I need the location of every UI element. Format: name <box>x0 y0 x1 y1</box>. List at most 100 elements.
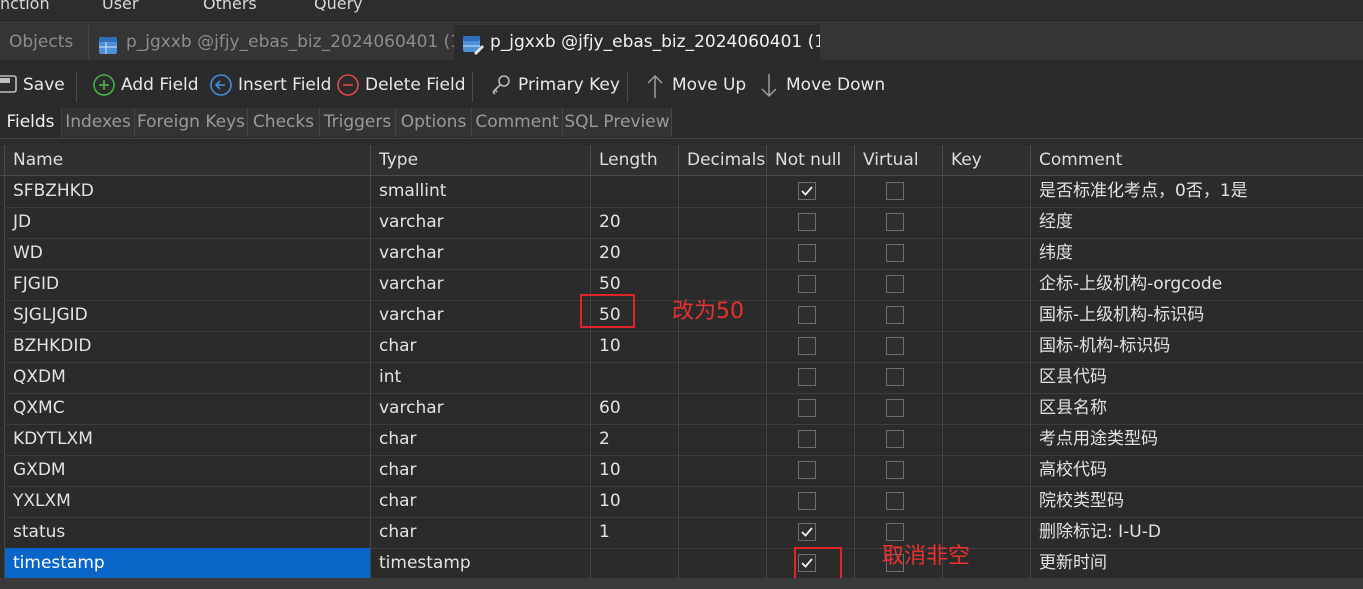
cell-name[interactable]: status <box>4 517 370 548</box>
cell-type[interactable]: char <box>370 517 590 548</box>
cell-name[interactable]: SJGLJGID <box>4 300 370 331</box>
cell-type[interactable]: int <box>370 362 590 393</box>
cell-comment[interactable]: 删除标记: I-U-D <box>1030 517 1363 548</box>
cell-not-null[interactable] <box>766 393 854 424</box>
virtual-checkbox[interactable] <box>886 213 904 231</box>
cell-not-null[interactable] <box>766 455 854 486</box>
cell-length[interactable]: 1 <box>590 517 678 548</box>
not-null-checkbox[interactable] <box>798 182 816 200</box>
cell-length[interactable] <box>590 548 678 579</box>
column-header-key[interactable]: Key <box>942 145 1030 175</box>
column-header-comment[interactable]: Comment <box>1030 145 1363 175</box>
cell-name[interactable]: timestamp <box>4 548 370 579</box>
cell-not-null[interactable] <box>766 362 854 393</box>
cell-virtual[interactable] <box>854 300 942 331</box>
cell-length[interactable]: 60 <box>590 393 678 424</box>
move-up-button[interactable]: Move Up <box>646 72 751 98</box>
virtual-checkbox[interactable] <box>886 399 904 417</box>
column-header-type[interactable]: Type <box>370 145 590 175</box>
table-row[interactable]: status char 1 删除标记: I-U-D <box>0 517 1363 549</box>
cell-comment[interactable]: 经度 <box>1030 207 1363 238</box>
cell-comment[interactable]: 院校类型码 <box>1030 486 1363 517</box>
tab-sql-preview[interactable]: SQL Preview <box>563 108 672 137</box>
cell-not-null[interactable] <box>766 207 854 238</box>
save-button[interactable]: Save <box>0 72 70 98</box>
cell-decimals[interactable] <box>678 362 766 393</box>
cell-type[interactable]: char <box>370 424 590 455</box>
cell-decimals[interactable] <box>678 207 766 238</box>
cell-virtual[interactable] <box>854 207 942 238</box>
cell-decimals[interactable] <box>678 424 766 455</box>
virtual-checkbox[interactable] <box>886 492 904 510</box>
table-row[interactable]: GXDM char 10 高校代码 <box>0 455 1363 487</box>
cell-key[interactable] <box>942 176 1030 207</box>
cell-virtual[interactable] <box>854 331 942 362</box>
not-null-checkbox[interactable] <box>798 399 816 417</box>
cell-type[interactable]: varchar <box>370 207 590 238</box>
cell-length[interactable] <box>590 362 678 393</box>
menu-others[interactable]: Others <box>203 0 257 13</box>
cell-name[interactable]: BZHKDID <box>4 331 370 362</box>
move-down-button[interactable]: Move Down <box>760 72 890 98</box>
cell-type[interactable]: smallint <box>370 176 590 207</box>
cell-comment[interactable]: 是否标准化考点，0否，1是 <box>1030 176 1363 207</box>
cell-decimals[interactable] <box>678 238 766 269</box>
cell-type[interactable]: varchar <box>370 269 590 300</box>
cell-key[interactable] <box>942 393 1030 424</box>
cell-comment[interactable]: 高校代码 <box>1030 455 1363 486</box>
menu-user[interactable]: User <box>102 0 138 13</box>
cell-key[interactable] <box>942 300 1030 331</box>
table-row[interactable]: YXLXM char 10 院校类型码 <box>0 486 1363 518</box>
not-null-checkbox[interactable] <box>798 523 816 541</box>
not-null-checkbox[interactable] <box>798 306 816 324</box>
table-row[interactable]: BZHKDID char 10 国标-机构-标识码 <box>0 331 1363 363</box>
cell-length[interactable]: 10 <box>590 331 678 362</box>
virtual-checkbox[interactable] <box>886 461 904 479</box>
virtual-checkbox[interactable] <box>886 337 904 355</box>
cell-name[interactable]: WD <box>4 238 370 269</box>
column-header-decimals[interactable]: Decimals <box>678 145 766 175</box>
column-header-name[interactable]: Name <box>4 145 370 175</box>
cell-virtual[interactable] <box>854 362 942 393</box>
cell-decimals[interactable] <box>678 548 766 579</box>
cell-length[interactable]: 10 <box>590 455 678 486</box>
tab-options[interactable]: Options <box>396 108 472 137</box>
not-null-checkbox[interactable] <box>798 368 816 386</box>
tab-foreign-keys[interactable]: Foreign Keys <box>135 108 248 137</box>
cell-key[interactable] <box>942 362 1030 393</box>
cell-type[interactable]: char <box>370 331 590 362</box>
cell-decimals[interactable] <box>678 176 766 207</box>
virtual-checkbox[interactable] <box>886 244 904 262</box>
cell-name[interactable]: QXDM <box>4 362 370 393</box>
column-header-length[interactable]: Length <box>590 145 678 175</box>
cell-decimals[interactable] <box>678 331 766 362</box>
cell-virtual[interactable] <box>854 238 942 269</box>
cell-not-null[interactable] <box>766 238 854 269</box>
cell-comment[interactable]: 考点用途类型码 <box>1030 424 1363 455</box>
not-null-checkbox[interactable] <box>798 461 816 479</box>
cell-not-null[interactable] <box>766 331 854 362</box>
cell-not-null[interactable] <box>766 424 854 455</box>
cell-name[interactable]: FJGID <box>4 269 370 300</box>
menu-function[interactable]: nction <box>0 0 50 13</box>
cell-name[interactable]: GXDM <box>4 455 370 486</box>
cell-virtual[interactable] <box>854 424 942 455</box>
cell-comment[interactable]: 纬度 <box>1030 238 1363 269</box>
not-null-checkbox[interactable] <box>798 213 816 231</box>
tab-indexes[interactable]: Indexes <box>62 108 135 137</box>
primary-key-button[interactable]: Primary Key <box>490 72 620 98</box>
cell-virtual[interactable] <box>854 269 942 300</box>
cell-type[interactable]: varchar <box>370 393 590 424</box>
tab-objects[interactable]: Objects <box>0 25 88 60</box>
table-row[interactable]: QXDM int 区县代码 <box>0 362 1363 394</box>
tab-triggers[interactable]: Triggers <box>320 108 396 137</box>
cell-virtual[interactable] <box>854 455 942 486</box>
cell-type[interactable]: char <box>370 486 590 517</box>
horizontal-scrollbar[interactable] <box>0 578 1363 589</box>
cell-comment[interactable]: 更新时间 <box>1030 548 1363 579</box>
cell-name[interactable]: YXLXM <box>4 486 370 517</box>
virtual-checkbox[interactable] <box>886 368 904 386</box>
virtual-checkbox[interactable] <box>886 275 904 293</box>
cell-decimals[interactable] <box>678 517 766 548</box>
tab-comment[interactable]: Comment <box>472 108 563 137</box>
